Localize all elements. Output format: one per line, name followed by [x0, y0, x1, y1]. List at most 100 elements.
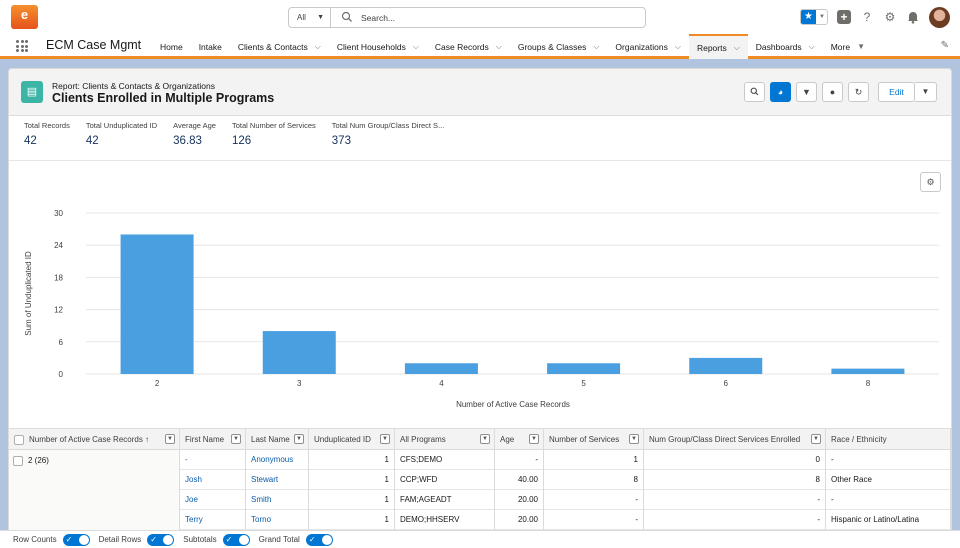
- table-cell-first[interactable]: Terry: [180, 510, 246, 530]
- table-cell-last[interactable]: Smith: [246, 490, 309, 510]
- search-scope-select[interactable]: All ▼: [289, 8, 331, 27]
- summary-value: 42: [24, 135, 37, 147]
- filter-button[interactable]: ▼: [796, 82, 817, 102]
- toggle-row-counts: Row Counts: [13, 533, 90, 546]
- filter-icon: ▼: [802, 87, 811, 97]
- toggle-switch[interactable]: [222, 533, 250, 546]
- table-cell-first[interactable]: Joe: [180, 490, 246, 510]
- column-menu-icon[interactable]: ▼: [811, 434, 821, 444]
- plus-icon[interactable]: +: [837, 10, 851, 24]
- chevron-down-icon[interactable]: ⌵: [496, 35, 502, 59]
- nav-item-organizations[interactable]: Organizations ⌵: [607, 34, 689, 59]
- nav-item-label: Organizations: [615, 41, 668, 52]
- chevron-down-icon[interactable]: ⌵: [593, 35, 599, 59]
- column-header[interactable]: Unduplicated ID ▼: [309, 429, 395, 450]
- nav-item-home[interactable]: Home: [152, 34, 191, 59]
- table-cell-programs: FAM;AGEADT: [395, 490, 495, 510]
- collapse-button[interactable]: ●: [822, 82, 843, 102]
- nav-item-intake[interactable]: Intake: [191, 34, 230, 59]
- nav-item-label: Groups & Classes: [517, 41, 587, 52]
- table-cell-age: 40.00: [495, 470, 544, 490]
- table-cell-last[interactable]: Stewart: [246, 470, 309, 490]
- chart-settings-button[interactable]: ⚙: [920, 172, 941, 192]
- toggle-label: Row Counts: [13, 535, 57, 544]
- chevron-down-icon[interactable]: ⌵: [734, 38, 740, 58]
- summary-value: 373: [331, 135, 351, 147]
- chart-bar: [404, 363, 478, 374]
- refresh-button[interactable]: ↻: [848, 82, 869, 102]
- app-logo[interactable]: e: [11, 5, 38, 29]
- pencil-icon[interactable]: ✎: [941, 40, 949, 51]
- favorites-button[interactable]: ★ ▼: [800, 9, 828, 25]
- toggle-switch[interactable]: [147, 533, 175, 546]
- select-all-checkbox[interactable]: [14, 434, 24, 445]
- column-menu-icon[interactable]: ▼: [529, 434, 539, 444]
- table-cell-services: 1: [544, 450, 644, 470]
- summary-metric: Average Age 36.83: [173, 121, 216, 147]
- search-input[interactable]: [361, 8, 631, 27]
- column-header-label: Age: [500, 435, 515, 444]
- more-actions-button[interactable]: ▼: [915, 82, 937, 102]
- chart-bar: [547, 363, 621, 374]
- nav-item-case-records[interactable]: Case Records ⌵: [427, 34, 510, 59]
- table-cell-first[interactable]: -: [180, 450, 246, 470]
- column-menu-icon[interactable]: ▼: [629, 434, 639, 444]
- column-header-label: Unduplicated ID: [314, 435, 371, 444]
- table-cell-last[interactable]: Torno: [246, 510, 309, 530]
- chevron-down-icon[interactable]: ⌵: [809, 35, 815, 59]
- table-cell-age: 20.00: [495, 490, 544, 510]
- help-icon[interactable]: ?: [860, 10, 874, 24]
- search-report-button[interactable]: [744, 82, 765, 102]
- column-menu-icon[interactable]: ▼: [480, 434, 490, 444]
- table-cell-last[interactable]: Anonymous: [246, 450, 309, 470]
- column-menu-icon[interactable]: ▼: [294, 434, 304, 444]
- nav-item-client-households[interactable]: Client Households ⌵: [329, 34, 427, 59]
- chart-bar: [689, 357, 763, 374]
- edit-button[interactable]: Edit: [878, 82, 915, 102]
- table-cell-group: 0: [644, 450, 826, 470]
- nav-item-label: Reports: [696, 42, 727, 53]
- toggle-detail-rows: Detail Rows: [99, 533, 175, 546]
- header-utilities: ★ ▼ + ? ⚙: [800, 5, 950, 29]
- nav-item-groups-classes[interactable]: Groups & Classes ⌵: [510, 34, 608, 59]
- nav-item-label: Case Records: [434, 41, 489, 52]
- column-header[interactable]: Age ▼: [495, 429, 544, 450]
- column-header[interactable]: Number of Services ▼: [544, 429, 644, 450]
- chevron-down-icon[interactable]: ⌵: [315, 35, 321, 59]
- bell-icon[interactable]: [906, 10, 920, 24]
- toggle-label: Grand Total: [258, 535, 300, 544]
- toggle-switch[interactable]: [62, 533, 90, 546]
- app-launcher-icon[interactable]: [16, 40, 28, 52]
- toggle-switch[interactable]: [305, 533, 333, 546]
- column-header[interactable]: First Name ▼: [180, 429, 246, 450]
- nav-item-reports[interactable]: Reports ⌵: [688, 34, 748, 59]
- column-header[interactable]: All Programs ▼: [395, 429, 495, 450]
- row-checkbox[interactable]: [13, 456, 23, 466]
- y-tick-label: 6: [59, 338, 64, 347]
- nav-item-clients-contacts[interactable]: Clients & Contacts ⌵: [230, 34, 329, 59]
- table-row: Joe Smith 1 FAM;AGEADT 20.00- - -: [180, 490, 951, 510]
- chart-toggle-button[interactable]: ◕: [770, 82, 791, 102]
- column-menu-icon[interactable]: ▼: [231, 434, 241, 444]
- column-header[interactable]: Race / Ethnicity: [826, 429, 951, 450]
- chevron-down-icon[interactable]: ⌵: [675, 35, 681, 59]
- x-tick-label: 3: [297, 379, 302, 388]
- column-menu-icon[interactable]: ▼: [165, 434, 175, 444]
- column-menu-icon[interactable]: ▼: [380, 434, 390, 444]
- summary-label: Average Age: [173, 121, 216, 130]
- column-header[interactable]: Number of Active Case Records ↑ ▼: [9, 429, 180, 450]
- avatar[interactable]: [929, 6, 950, 28]
- nav-item-dashboards[interactable]: Dashboards ⌵: [748, 34, 823, 59]
- column-header[interactable]: Last Name ▼: [246, 429, 309, 450]
- search-icon: [341, 11, 352, 22]
- gear-icon[interactable]: ⚙: [883, 10, 897, 24]
- report-actions: ◕ ▼ ● ↻ Edit ▼: [744, 82, 937, 102]
- chevron-down-icon[interactable]: ⌵: [413, 35, 419, 59]
- table-cell-race: -: [826, 450, 951, 470]
- column-header[interactable]: Num Group/Class Direct Services Enrolled…: [644, 429, 826, 450]
- x-tick-label: 6: [724, 379, 729, 388]
- table-row: - Anonymous 1 CFS;DEMO -1 0-: [180, 450, 951, 470]
- divider: [9, 160, 951, 161]
- table-cell-first[interactable]: Josh: [180, 470, 246, 490]
- nav-item-more[interactable]: More ▼: [823, 34, 873, 59]
